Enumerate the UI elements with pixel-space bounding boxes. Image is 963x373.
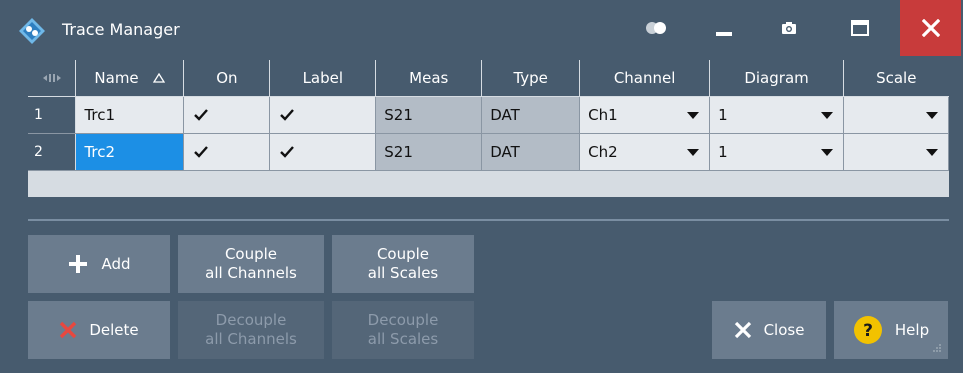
row-number[interactable]: 2 — [28, 133, 77, 171]
add-button[interactable]: Add — [28, 235, 170, 293]
trace-manager-window: Trace Manager Name On Label Meas Type Ch… — [0, 0, 963, 373]
diagram-dropdown[interactable]: 1 — [709, 133, 845, 171]
help-icon: ? — [853, 315, 883, 345]
window-title: Trace Manager — [62, 20, 180, 39]
svg-text:?: ? — [863, 321, 873, 341]
column-resize-handle[interactable] — [28, 60, 77, 97]
column-header-name[interactable]: Name — [75, 60, 185, 97]
checkmark-icon — [194, 109, 209, 121]
type-cell: DAT — [481, 133, 581, 171]
meas-cell: S21 — [375, 133, 483, 171]
resize-grip-icon[interactable] — [932, 343, 942, 353]
delete-button-label: Delete — [89, 320, 139, 339]
plus-icon — [67, 253, 89, 275]
column-header-channel[interactable]: Channel — [579, 60, 711, 97]
decouple-all-channels-button[interactable]: Decouple all Channels — [178, 301, 324, 359]
toggle-button[interactable] — [632, 0, 680, 56]
couple-channels-label-line2: all Channels — [205, 264, 297, 282]
close-button-label: Close — [763, 320, 805, 339]
trace-name-cell[interactable]: Trc1 — [75, 96, 185, 134]
help-button-label: Help — [894, 320, 930, 339]
couple-scales-label-line2: all Scales — [367, 264, 439, 282]
column-header-diagram[interactable]: Diagram — [709, 60, 845, 97]
column-header-meas[interactable]: Meas — [375, 60, 483, 97]
column-header-on[interactable]: On — [183, 60, 271, 97]
title-bar: Trace Manager — [0, 0, 963, 58]
column-header-label[interactable]: Label — [269, 60, 377, 97]
channel-value: Ch2 — [588, 143, 618, 161]
chevron-down-icon — [821, 112, 834, 119]
table-header-row: Name On Label Meas Type Channel Diagram … — [28, 60, 949, 97]
channel-dropdown[interactable]: Ch1 — [579, 96, 711, 134]
row-number[interactable]: 1 — [28, 96, 77, 134]
channel-value: Ch1 — [588, 106, 618, 124]
delete-button[interactable]: Delete — [28, 301, 170, 359]
decouple-all-scales-button[interactable]: Decouple all Scales — [332, 301, 474, 359]
chevron-down-icon — [821, 149, 834, 156]
app-logo-icon — [19, 18, 45, 44]
channel-dropdown[interactable]: Ch2 — [579, 133, 711, 171]
meas-cell: S21 — [375, 96, 483, 134]
diagram-value: 1 — [718, 106, 728, 124]
minimize-button[interactable] — [700, 0, 748, 56]
chevron-down-icon — [926, 149, 938, 156]
column-header-type[interactable]: Type — [481, 60, 581, 97]
minimize-icon — [716, 32, 732, 36]
column-header-scale[interactable]: Scale — [843, 60, 949, 97]
close-x-icon — [734, 321, 752, 339]
close-button[interactable]: Close — [712, 301, 826, 359]
couple-scales-label-line1: Couple — [376, 245, 430, 263]
chevron-down-icon — [926, 112, 938, 119]
divider — [28, 219, 949, 221]
table-row: 2 Trc2 S21 DAT Ch2 1 — [28, 133, 949, 171]
label-checkbox[interactable] — [269, 133, 377, 171]
toggle-icon — [646, 22, 666, 34]
chevron-down-icon — [687, 112, 700, 119]
decouple-scales-label-line2: all Scales — [367, 330, 439, 348]
trace-table: Name On Label Meas Type Channel Diagram … — [28, 60, 949, 197]
column-resize-icon — [42, 74, 61, 82]
sort-ascending-icon — [153, 73, 166, 83]
trace-grid: Name On Label Meas Type Channel Diagram … — [28, 60, 949, 171]
delete-x-icon — [59, 321, 77, 339]
on-checkbox[interactable] — [183, 133, 271, 171]
window-close-button[interactable] — [900, 0, 961, 56]
decouple-channels-label-line2: all Channels — [205, 330, 297, 348]
decouple-scales-label-line1: Decouple — [367, 311, 439, 329]
screenshot-button[interactable] — [765, 0, 813, 56]
camera-icon — [782, 22, 796, 34]
couple-all-channels-button[interactable]: Couple all Channels — [178, 235, 324, 293]
maximize-button[interactable] — [832, 0, 888, 56]
couple-channels-label-line1: Couple — [224, 245, 278, 263]
label-checkbox[interactable] — [269, 96, 377, 134]
trace-name-cell[interactable]: Trc2 — [75, 133, 185, 171]
decouple-channels-label-line1: Decouple — [215, 311, 287, 329]
checkmark-icon — [280, 146, 295, 158]
checkmark-icon — [194, 146, 209, 158]
scale-dropdown[interactable] — [843, 133, 949, 171]
scale-dropdown[interactable] — [843, 96, 949, 134]
diagram-value: 1 — [718, 143, 728, 161]
diagram-dropdown[interactable]: 1 — [709, 96, 845, 134]
couple-all-scales-button[interactable]: Couple all Scales — [332, 235, 474, 293]
type-cell: DAT — [481, 96, 581, 134]
chevron-down-icon — [687, 149, 700, 156]
column-header-name-label: Name — [94, 69, 139, 87]
close-icon — [921, 19, 940, 37]
on-checkbox[interactable] — [183, 96, 271, 134]
maximize-icon — [851, 20, 869, 36]
help-button[interactable]: ? Help — [834, 301, 948, 359]
checkmark-icon — [280, 109, 295, 121]
table-row: 1 Trc1 S21 DAT Ch1 1 — [28, 96, 949, 134]
add-button-label: Add — [101, 254, 131, 273]
